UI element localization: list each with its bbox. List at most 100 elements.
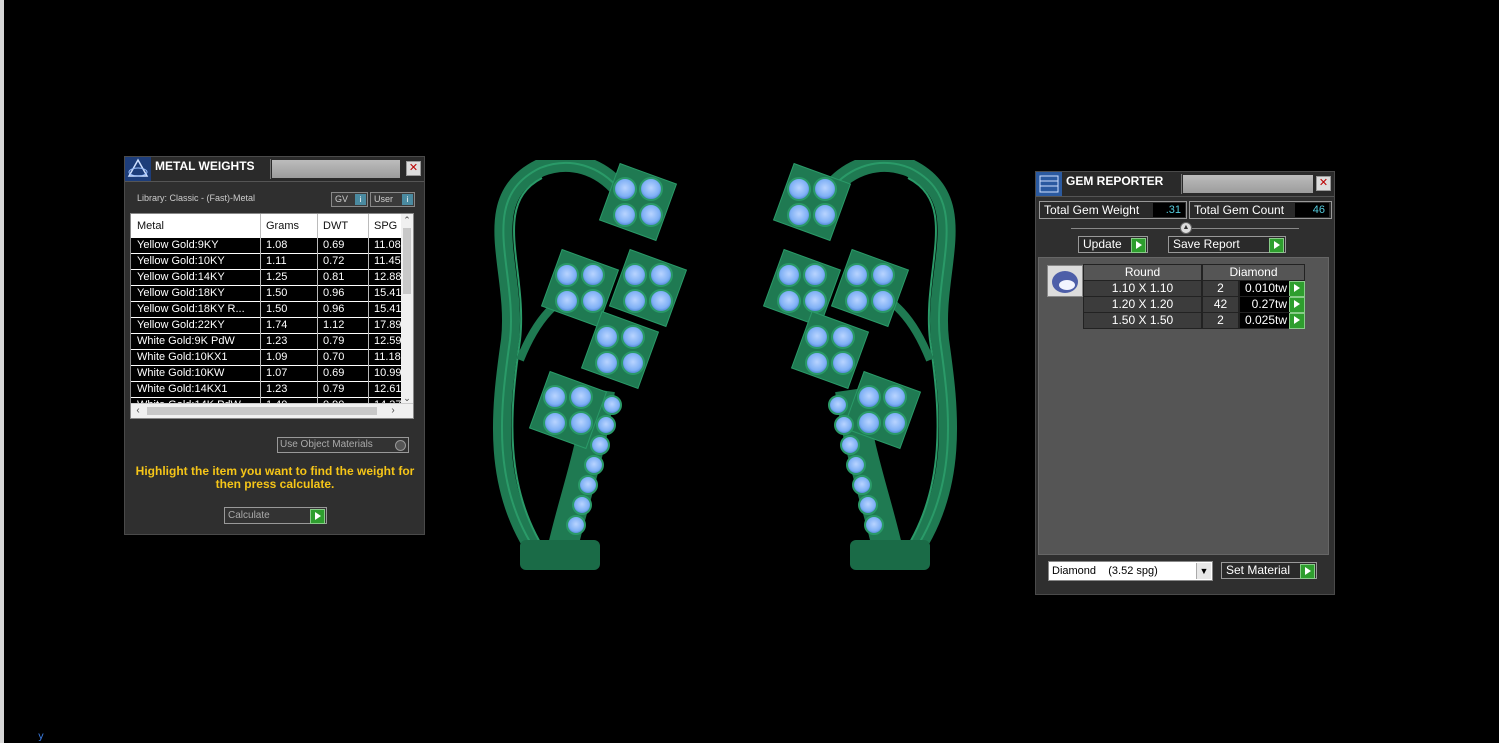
gem-weight-cell[interactable]: 0.010tw [1239,280,1290,297]
table-row[interactable]: White Gold:14KX1 1.23 0.79 12.61 [131,382,405,397]
table-row[interactable]: Yellow Gold:9KY 1.08 0.69 11.08 [131,238,405,253]
user-info-icon: i [402,194,413,205]
diamond-gem [805,351,829,375]
metal-table-hscroll[interactable]: ‹ › [131,403,413,418]
metal-cell: Yellow Gold:18KY [137,287,225,299]
diamond-gem [883,411,907,435]
vscroll-thumb[interactable] [403,228,411,294]
diamond-gem [813,177,837,201]
col-header-dwt[interactable]: DWT [323,220,348,232]
metal-cell: White Gold:9K PdW [137,335,235,347]
diamond-gem [831,351,855,375]
diamond-gem [555,289,579,313]
update-button[interactable]: Update [1078,236,1148,253]
grams-cell: 1.23 [266,383,288,395]
play-arrow-icon [310,509,325,524]
spg-cell: 11.45 [374,255,401,267]
set-material-label: Set Material [1226,563,1291,577]
spg-cell: 15.41 [374,287,402,299]
scroll-right-icon[interactable]: › [387,405,399,416]
dwt-cell: 0.69 [323,367,345,379]
gem-count-cell[interactable]: 2 [1202,280,1239,297]
save-report-button[interactable]: Save Report [1168,236,1286,253]
diamond-gem [639,177,663,201]
gem-list-area: Round Diamond 1.10 X 1.10 2 0.010tw 1.20 X … [1038,257,1329,555]
gem-size-cell[interactable]: 1.50 X 1.50 [1083,312,1202,329]
select-gem-arrow-icon[interactable] [1289,313,1305,329]
total-gem-weight-value: .31 [1153,203,1185,217]
earring-3d-model[interactable] [480,160,970,580]
spg-cell: 11.08 [374,239,401,251]
channel-diamond [846,455,866,475]
gem-count-cell[interactable]: 42 [1202,296,1239,313]
channel-diamond [578,475,598,495]
material-select[interactable]: Diamond (3.52 spg) ▼ [1048,561,1213,581]
table-row[interactable]: Yellow Gold:10KY 1.11 0.72 11.45 [131,254,405,269]
gem-count-cell[interactable]: 2 [1202,312,1239,329]
gem-weight-cell[interactable]: 0.025tw [1239,312,1290,329]
gem-size-cell[interactable]: 1.20 X 1.20 [1083,296,1202,313]
gem-reporter-close-button[interactable]: ✕ [1316,176,1331,191]
table-row[interactable]: Yellow Gold:18KY 1.50 0.96 15.41 [131,286,405,301]
col-header-metal[interactable]: Metal [137,220,164,232]
table-row[interactable]: Yellow Gold:22KY 1.74 1.12 17.89 [131,318,405,333]
grams-cell: 1.50 [266,303,288,315]
gem-weight-cell[interactable]: 0.27tw [1239,296,1290,313]
spg-cell: 12.61 [374,383,402,395]
table-row[interactable]: White Gold:10KW 1.07 0.69 10.99 [131,366,405,381]
col-header-spg[interactable]: SPG [374,220,397,232]
axis-indicator: y [38,731,44,742]
grams-cell: 1.09 [266,351,288,363]
title-divider [270,159,271,179]
set-material-button[interactable]: Set Material [1221,562,1317,579]
gem-setting-plate [762,248,842,328]
diamond-gem [623,289,647,313]
play-arrow-icon [1131,238,1146,253]
round-gem-icon[interactable] [1047,265,1083,297]
use-object-materials-toggle[interactable]: Use Object Materials [277,437,409,453]
metal-weights-close-button[interactable]: ✕ [406,161,421,176]
channel-diamond [852,475,872,495]
title-fill [1183,175,1313,193]
gem-reporter-titlebar[interactable]: GEM REPORTER ✕ [1036,172,1334,197]
user-toggle[interactable]: User i [370,192,415,207]
instruction-text: Highlight the item you want to find the … [135,464,415,491]
spg-cell: 10.99 [374,367,402,379]
total-gem-weight-label: Total Gem Weight [1044,203,1140,217]
channel-diamond [864,515,884,535]
gem-reporter-title: GEM REPORTER [1066,174,1164,188]
chevron-down-icon[interactable]: ▼ [1196,563,1211,579]
diamond-gem [613,177,637,201]
diamond-gem [623,263,647,287]
dwt-cell: 0.79 [323,335,345,347]
scroll-left-icon[interactable]: ‹ [132,405,144,416]
gem-size-cell[interactable]: 1.10 X 1.10 [1083,280,1202,297]
calculate-button[interactable]: Calculate [224,507,327,524]
col-divider [317,214,318,404]
channel-diamond [828,395,848,415]
spg-cell: 15.41 [374,303,402,315]
table-row[interactable]: Yellow Gold:14KY 1.25 0.81 12.88 [131,270,405,285]
dwt-cell: 0.70 [323,351,345,363]
metal-cell: Yellow Gold:9KY [137,239,219,251]
diamond-gem [581,263,605,287]
diamond-gem [845,263,869,287]
diamond-gem [845,289,869,313]
diamond-gem [595,351,619,375]
metal-weights-titlebar[interactable]: METAL WEIGHTS ✕ [125,157,424,182]
select-gem-arrow-icon[interactable] [1289,281,1305,297]
use-object-materials-label: Use Object Materials [280,439,373,450]
table-row[interactable]: White Gold:10KX1 1.09 0.70 11.18 [131,350,405,365]
table-row[interactable]: Yellow Gold:18KY R... 1.50 0.96 15.41 [131,302,405,317]
dwt-cell: 0.69 [323,239,345,251]
scroll-up-icon[interactable]: ⌃ [401,214,413,226]
gv-toggle[interactable]: GV i [331,192,368,207]
metal-cell: White Gold:10KX1 [137,351,228,363]
select-gem-arrow-icon[interactable] [1289,297,1305,313]
table-row[interactable]: White Gold:9K PdW 1.23 0.79 12.59 [131,334,405,349]
metal-table-vscroll[interactable]: ⌃ ⌄ [401,214,413,404]
size-slider-knob[interactable]: ▲ [1180,222,1192,234]
hscroll-thumb[interactable] [147,407,377,415]
col-header-grams[interactable]: Grams [266,220,299,232]
gem-reporter-app-icon [1036,172,1062,196]
